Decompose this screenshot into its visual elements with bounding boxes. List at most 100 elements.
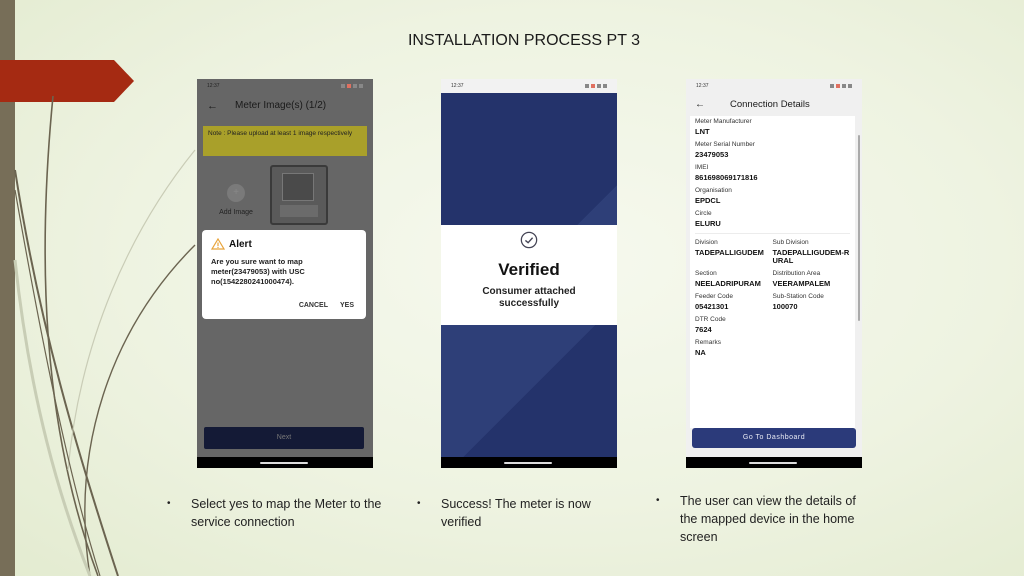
scrollbar[interactable] [858,135,860,321]
background-panel [441,325,617,457]
plus-icon: + [227,184,245,202]
signal-icon [842,84,846,88]
field-value: 100070 [772,302,798,311]
add-image-button[interactable]: + Add Image [215,184,257,216]
field-value: ELURU [695,219,721,228]
divider [695,233,850,234]
title-arrow-banner [0,60,134,102]
system-nav-bar [686,457,862,468]
field-row: Division TADEPALLIGUDEM Sub Division TAD… [695,239,850,270]
notification-icon [585,84,589,88]
field-value: NEELADRIPURAM [695,279,761,288]
connection-details-card: Meter Manufacturer LNT Meter Serial Numb… [690,116,855,428]
field-label: Remarks [695,339,722,346]
field-value: EPDCL [695,196,721,205]
cancel-button[interactable]: CANCEL [299,302,328,309]
field-value: LNT [695,127,710,136]
upload-note: Note : Please upload at least 1 image re… [203,126,367,156]
bullet-icon: • [167,498,171,509]
bullet-icon: • [417,498,421,509]
alert-header: Alert [211,238,357,250]
status-time: 12:37 [696,83,709,89]
caption-step-1: • Select yes to map the Meter to the ser… [167,495,391,531]
status-icons [585,84,607,88]
check-circle-icon [520,231,538,249]
caption-text: Select yes to map the Meter to the servi… [191,497,382,529]
notification-icon [830,84,834,88]
verified-subtitle-line2: successfully [498,298,560,309]
screen-title: Connection Details [730,98,810,110]
caption-step-2: • Success! The meter is now verified [417,495,616,531]
field-label: IMEI [695,164,709,171]
battery-icon [603,84,607,88]
verified-subtitle-line1: Consumer attached [482,286,576,297]
meter-label-area [280,205,318,217]
bullet-icon: • [656,495,660,506]
status-bar: 12:37 [686,79,862,93]
field-label: Section [695,270,717,277]
field-row: Section NEELADRIPURAM Distribution Area … [695,270,850,293]
alert-dialog: Alert Are you sure want to map meter(234… [202,230,366,319]
battery-icon [359,84,363,88]
phone-screen-connection-details: 12:37 ← Connection Details Meter Manufac… [686,79,862,468]
field-value: TADEPALLIGUDEM-RURAL [772,248,850,265]
verified-subtitle: Consumer attached successfully [441,286,617,310]
app-icon [836,84,840,88]
status-time: 12:37 [207,83,220,89]
meter-image-thumbnail[interactable] [270,165,328,225]
alert-title: Alert [229,238,252,250]
caption-text: The user can view the details of the map… [680,494,856,544]
next-button[interactable]: Next [204,427,364,449]
app-icon [347,84,351,88]
field-label: Division [695,239,718,246]
caption-text: Success! The meter is now verified [441,497,591,529]
home-indicator[interactable] [260,462,308,464]
field-value: 05421301 [695,302,729,311]
meter-display [282,173,314,201]
alert-actions: CANCEL YES [299,302,354,309]
go-to-dashboard-button[interactable]: Go To Dashboard [692,428,856,448]
signal-icon [353,84,357,88]
status-icons [341,84,363,88]
screen-title: Meter Image(s) (1/2) [235,100,327,111]
back-arrow-icon[interactable]: ← [695,99,730,110]
field-value: TADEPALLIGUDEM [695,248,764,257]
field-label: Circle [695,210,712,217]
field-value: 7624 [695,325,712,334]
add-image-label: Add Image [219,209,253,216]
field-row: Feeder Code 05421301 Sub-Station Code 10… [695,293,850,316]
field-value: 23479053 [695,150,729,159]
phone-screen-verified: 12:37 Verified Consumer attached success… [441,79,617,468]
caption-step-3: • The user can view the details of the m… [656,492,865,546]
field-label: DTR Code [695,316,726,323]
home-indicator[interactable] [749,462,797,464]
slide-title: INSTALLATION PROCESS PT 3 [407,32,641,49]
signal-icon [597,84,601,88]
yes-button[interactable]: YES [340,302,354,309]
warning-icon [211,238,225,250]
field-label: Organisation [695,187,732,194]
status-bar: 12:37 [197,79,373,93]
field-label: Sub-Station Code [772,293,824,300]
field-label: Meter Manufacturer [695,118,752,125]
notification-icon [341,84,345,88]
alert-message: Are you sure want to map meter(23479053)… [211,257,305,286]
field-label: Meter Serial Number [695,141,755,148]
phone-screen-map-meter: 12:37 ← Meter Image(s) (1/2) Note : Plea… [197,79,373,468]
battery-icon [848,84,852,88]
verified-title: Verified [498,260,560,279]
status-icons [830,84,852,88]
screen-header: ← Connection Details [686,93,862,115]
verified-card: Verified Consumer attached successfully [441,225,617,325]
status-bar: 12:37 [441,79,617,93]
app-icon [591,84,595,88]
field-value: VEERAMPALEM [772,279,831,288]
screen-header: ← Meter Image(s) (1/2) [197,93,373,118]
back-arrow-icon[interactable]: ← [207,100,235,112]
home-indicator[interactable] [504,462,552,464]
field-label: Feeder Code [695,293,733,300]
system-nav-bar [197,457,373,468]
field-value: 861698069171816 [695,173,758,182]
field-label: Distribution Area [772,270,821,277]
field-label: Sub Division [772,239,809,246]
